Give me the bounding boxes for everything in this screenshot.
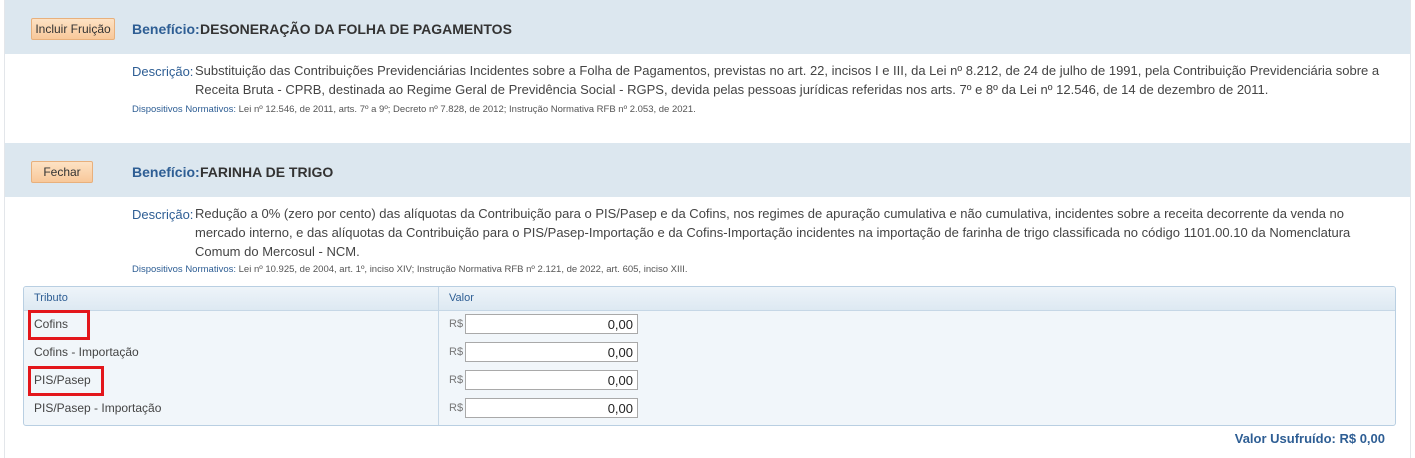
table-row: PIS/Pasep R$ bbox=[24, 367, 1395, 395]
dispositivos-normativos: Dispositivos Normativos: Lei nº 10.925, … bbox=[132, 264, 688, 275]
benefit-label: Benefício: bbox=[132, 164, 200, 180]
currency-label: R$ bbox=[449, 374, 464, 386]
benefit-label: Benefício: bbox=[132, 21, 200, 37]
benefit-name: DESONERAÇÃO DA FOLHA DE PAGAMENTOS bbox=[200, 21, 512, 37]
highlight-box-pis-pasep bbox=[28, 366, 104, 396]
table-row: PIS/Pasep - Importação R$ bbox=[24, 395, 1395, 423]
header-tributo: Tributo bbox=[34, 292, 68, 304]
dispositivos-text: Lei nº 12.546, de 2011, arts. 7º a 9º; D… bbox=[238, 104, 696, 115]
dispositivos-text: Lei nº 10.925, de 2004, art. 1º, inciso … bbox=[238, 264, 688, 275]
valor-input[interactable] bbox=[465, 342, 638, 362]
currency-label: R$ bbox=[449, 402, 464, 414]
dispositivos-label: Dispositivos Normativos: bbox=[132, 264, 236, 275]
dispositivos-label: Dispositivos Normativos: bbox=[132, 104, 236, 115]
highlight-box-cofins bbox=[28, 310, 90, 340]
valor-input[interactable] bbox=[465, 398, 638, 418]
benefits-panel: Incluir Fruição Benefício: DESONERAÇÃO D… bbox=[4, 0, 1411, 458]
table-row: Cofins - Importação R$ bbox=[24, 339, 1395, 367]
valor-usufruido-total: Valor Usufruído: R$ 0,00 bbox=[1234, 431, 1385, 446]
descricao-label: Descrição: bbox=[132, 207, 194, 222]
fechar-button[interactable]: Fechar bbox=[31, 161, 93, 183]
descricao-label: Descrição: bbox=[132, 64, 194, 79]
benefit-name: FARINHA DE TRIGO bbox=[200, 164, 334, 180]
incluir-fruicao-button[interactable]: Incluir Fruição bbox=[31, 18, 115, 40]
table-header: Tributo Valor bbox=[24, 287, 1395, 311]
dispositivos-normativos: Dispositivos Normativos: Lei nº 12.546, … bbox=[132, 104, 696, 115]
tributo-name: Cofins - Importação bbox=[34, 345, 139, 359]
descricao-text: Substituição das Contribuições Previdenc… bbox=[195, 63, 1380, 97]
currency-label: R$ bbox=[449, 346, 464, 358]
tributo-table: Tributo Valor Cofins R$ Cofins - Importa… bbox=[23, 286, 1396, 426]
descricao-text: Redução a 0% (zero por cento) das alíquo… bbox=[195, 206, 1351, 259]
valor-input[interactable] bbox=[465, 370, 638, 390]
valor-input[interactable] bbox=[465, 314, 638, 334]
header-valor: Valor bbox=[449, 292, 474, 304]
tributo-name: PIS/Pasep - Importação bbox=[34, 401, 162, 415]
currency-label: R$ bbox=[449, 318, 464, 330]
table-row: Cofins R$ bbox=[24, 311, 1395, 339]
